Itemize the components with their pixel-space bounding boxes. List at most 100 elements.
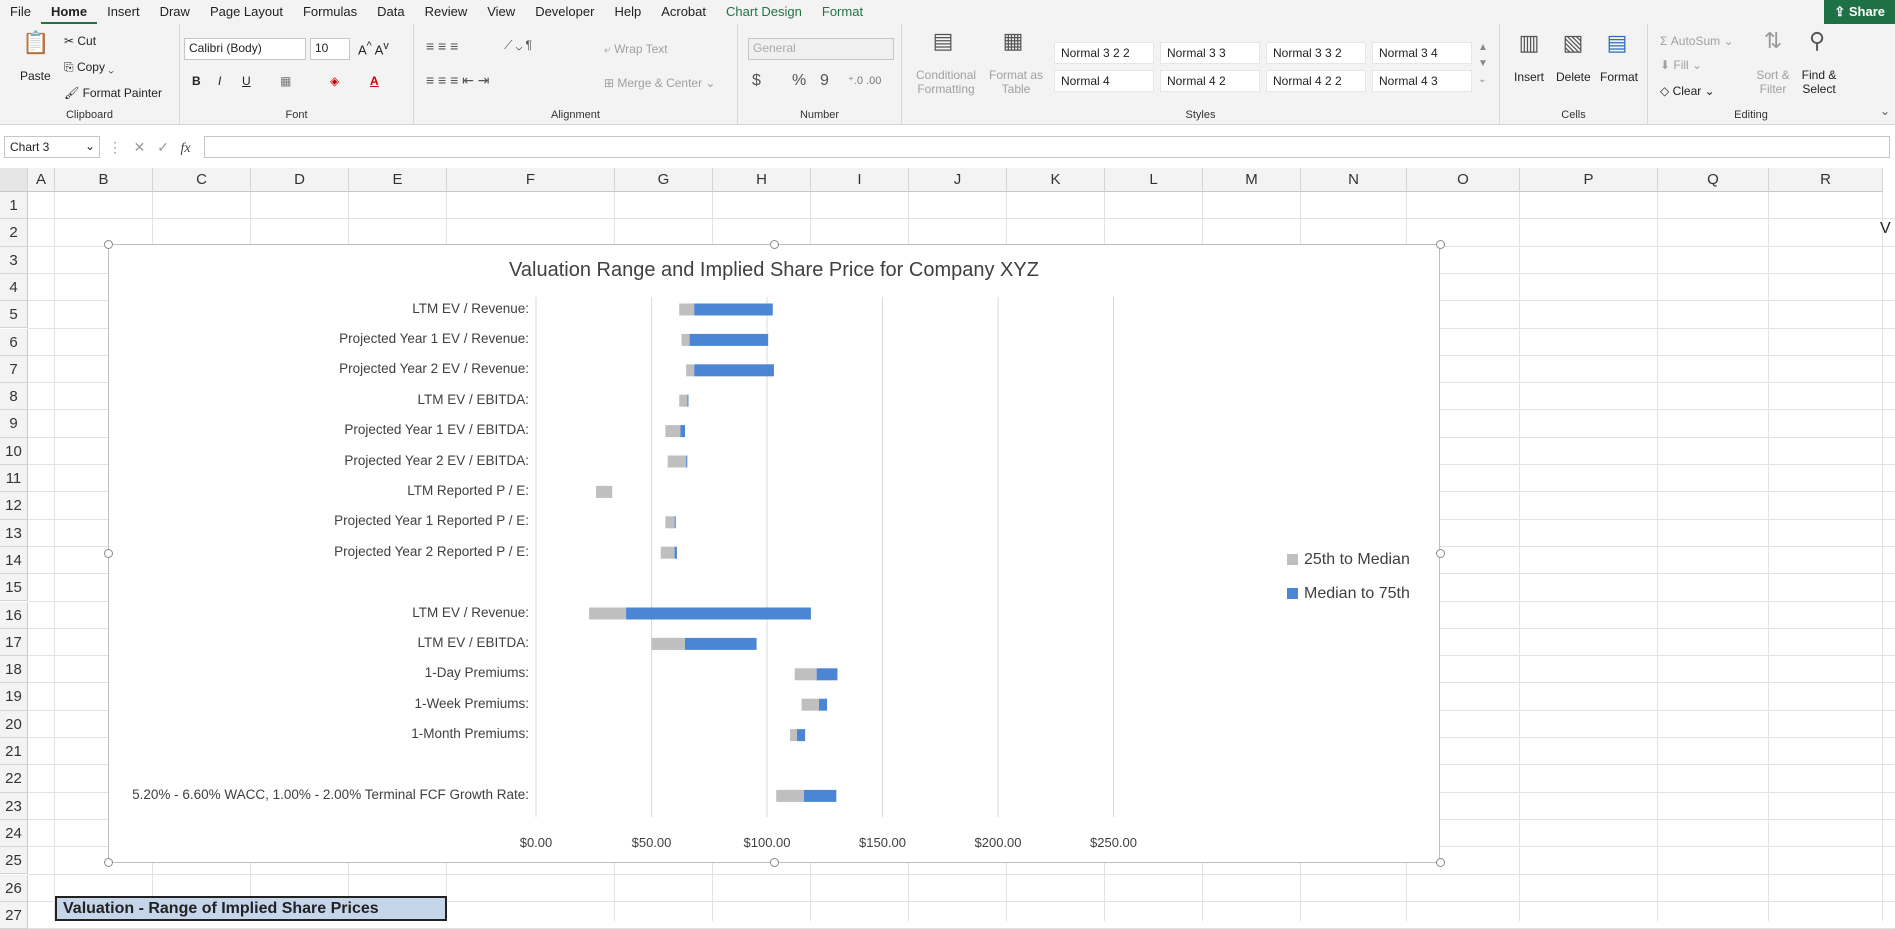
column-header[interactable]: N [1301,168,1407,192]
column-header[interactable]: P [1520,168,1658,192]
menu-draw[interactable]: Draw [150,0,200,24]
row-header[interactable]: 20 [0,710,28,738]
style-cell[interactable]: Normal 3 3 2 [1266,42,1366,64]
bar-median-to-75th[interactable] [687,394,689,407]
bar-median-to-75th[interactable] [689,333,769,346]
menu-file[interactable]: File [0,0,41,24]
sort-filter-icon[interactable]: ⇅ [1758,28,1788,54]
row-header[interactable]: 3 [0,246,28,274]
bar-median-to-75th[interactable] [694,364,774,377]
find-select-button[interactable]: Find & Select [1796,68,1842,96]
menu-insert[interactable]: Insert [97,0,150,24]
bar-median-to-75th[interactable] [803,789,837,802]
fill-button[interactable]: ⬇ Fill ⌄ [1660,58,1702,72]
font-size-select[interactable]: 10 [310,38,350,60]
row-header[interactable]: 16 [0,601,28,629]
menu-page-layout[interactable]: Page Layout [200,0,293,24]
copy-button[interactable]: ⎘ Copy ⌄ [64,60,114,75]
resize-handle[interactable] [1436,240,1445,249]
bar-25th-to-median[interactable] [794,668,817,681]
plot-area[interactable] [109,245,1441,864]
column-header[interactable]: M [1203,168,1301,192]
decimal-icon[interactable]: ⁺.0 .00 [848,74,881,87]
percent-button[interactable]: % [792,72,806,90]
column-header[interactable]: L [1105,168,1203,192]
style-cell[interactable]: Normal 4 [1054,70,1154,92]
bar-median-to-75th[interactable] [684,637,757,650]
italic-button[interactable]: I [218,74,221,88]
row-header[interactable]: 23 [0,792,28,820]
orientation-icon[interactable]: ⟋ ⌄ ¶ [504,38,532,53]
row-header[interactable]: 13 [0,519,28,547]
column-header[interactable]: J [909,168,1007,192]
bar-25th-to-median[interactable] [679,303,695,316]
style-cell[interactable]: Normal 3 3 [1160,42,1260,64]
resize-handle[interactable] [1436,549,1445,558]
font-name-select[interactable]: Calibri (Body) [184,38,306,60]
menu-formulas[interactable]: Formulas [293,0,367,24]
menu-home[interactable]: Home [40,0,98,24]
clear-button[interactable]: ◇ Clear ⌄ [1660,84,1715,98]
align-left-icon[interactable]: ≡ ≡ ≡ ⇤ ⇥ [426,72,490,89]
search-icon[interactable]: ⚲ [1802,28,1832,54]
cut-button[interactable]: ✂ Cut [64,34,96,48]
row-header[interactable]: 8 [0,383,28,411]
row-header[interactable]: 25 [0,847,28,875]
valuation-header-cell[interactable]: Valuation - Range of Implied Share Price… [55,896,447,921]
paste-icon[interactable]: 📋 [20,30,52,56]
menu-help[interactable]: Help [604,0,651,24]
style-cell[interactable]: Normal 3 4 [1372,42,1472,64]
insert-button[interactable]: Insert [1514,70,1544,84]
share-button[interactable]: ⇪ Share [1824,0,1895,24]
row-header[interactable]: 2 [0,219,28,247]
row-header[interactable]: 21 [0,738,28,766]
column-header[interactable]: E [349,168,447,192]
bold-button[interactable]: B [192,74,201,88]
conditional-formatting-icon[interactable]: ▤ [928,28,958,54]
fill-color-icon[interactable]: ◈ [330,74,339,88]
resize-handle[interactable] [770,858,779,867]
legend-item[interactable]: 25th to Median [1287,551,1410,569]
row-header[interactable]: 5 [0,301,28,329]
column-header[interactable]: O [1407,168,1520,192]
column-header[interactable]: I [811,168,909,192]
legend-item[interactable]: Median to 75th [1287,585,1410,603]
column-header[interactable]: F [447,168,615,192]
bar-25th-to-median[interactable] [589,607,627,620]
cell-r2[interactable]: V [1880,220,1891,238]
row-header[interactable]: 24 [0,819,28,848]
bar-median-to-75th[interactable] [680,425,685,438]
resize-handle[interactable] [770,240,779,249]
collapse-ribbon-icon[interactable]: ⌄ [1880,104,1890,118]
delete-icon[interactable]: ▧ [1558,30,1588,56]
wrap-text-button[interactable]: ⤶ Wrap Text [604,42,668,57]
format-painter-button[interactable]: 🖌 Format Painter [64,86,162,100]
row-header[interactable]: 15 [0,574,28,602]
chart[interactable]: Valuation Range and Implied Share Price … [108,244,1440,863]
formula-input[interactable] [204,136,1890,158]
font-color-icon[interactable]: A [370,74,379,88]
format-icon[interactable]: ▤ [1602,30,1632,56]
style-cell[interactable]: Normal 4 2 2 [1266,70,1366,92]
row-header[interactable]: 26 [0,874,28,902]
autosum-button[interactable]: Σ AutoSum ⌄ [1660,34,1734,48]
increase-font-icon[interactable]: A^ Av [358,40,389,57]
currency-button[interactable]: $ [752,72,761,90]
row-header[interactable]: 9 [0,410,28,438]
bar-25th-to-median[interactable] [665,425,681,438]
format-as-table-icon[interactable]: ▦ [998,28,1028,54]
menu-review[interactable]: Review [415,0,478,24]
row-header[interactable]: 14 [0,546,28,575]
resize-handle[interactable] [104,240,113,249]
insert-icon[interactable]: ▥ [1514,30,1544,56]
bar-25th-to-median[interactable] [596,485,613,498]
menu-format[interactable]: Format [812,0,873,24]
row-header[interactable]: 10 [0,437,28,465]
name-box[interactable]: Chart 3 ⌄ [4,136,100,158]
align-top-icon[interactable]: ≡ ≡ ≡ [426,38,458,54]
bar-25th-to-median[interactable] [665,516,675,529]
row-header[interactable]: 1 [0,192,28,220]
row-header[interactable]: 12 [0,492,28,520]
row-header[interactable]: 19 [0,683,28,711]
style-cell[interactable]: Normal 4 2 [1160,70,1260,92]
